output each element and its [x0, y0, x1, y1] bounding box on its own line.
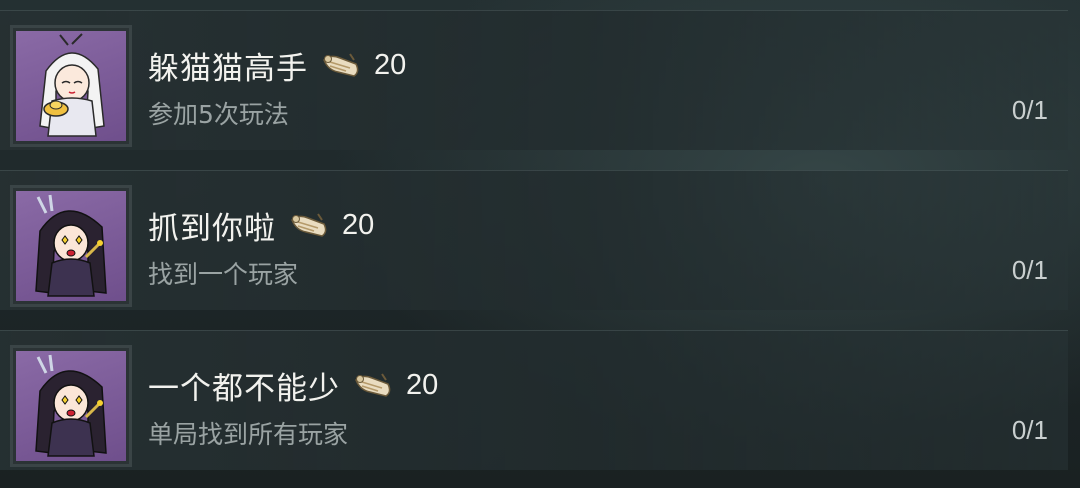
- dark-haired-character-avatar: [16, 351, 126, 461]
- scroll-icon: [320, 50, 362, 80]
- achievement-avatar-frame: [10, 25, 132, 147]
- achievement-avatar-frame: [10, 345, 132, 467]
- achievement-avatar-frame: [10, 185, 132, 307]
- reward-value: 20: [342, 208, 375, 241]
- achievement-description: 参加5次玩法: [148, 100, 289, 129]
- reward-value: 20: [374, 48, 407, 81]
- reward-value: 20: [406, 368, 439, 401]
- achievement-progress: 0/1: [1011, 95, 1048, 125]
- scroll-icon: [288, 210, 330, 240]
- achievement-title: 躲猫猫高手: [148, 50, 308, 87]
- achievement-row[interactable]: 一个都不能少 20 单局找到所有玩家 0/1: [0, 330, 1068, 470]
- achievement-description: 单局找到所有玩家: [148, 420, 349, 449]
- achievement-title: 一个都不能少: [148, 370, 340, 407]
- achievement-progress: 0/1: [1011, 255, 1048, 285]
- achievement-progress: 0/1: [1011, 415, 1048, 445]
- dark-haired-character-avatar: [16, 191, 126, 301]
- achievement-row[interactable]: 躲猫猫高手 20 参加5次玩法 0/1: [0, 10, 1068, 150]
- achievement-row[interactable]: 抓到你啦 20 找到一个玩家 0/1: [0, 170, 1068, 310]
- scroll-icon: [352, 370, 394, 400]
- achievement-description: 找到一个玩家: [148, 260, 299, 289]
- achievement-title: 抓到你啦: [148, 210, 276, 247]
- achievement-list: 躲猫猫高手 20 参加5次玩法 0/1 抓到你啦 20 找到一个玩家 0/1 一…: [0, 0, 1080, 488]
- white-haired-character-avatar: [16, 31, 126, 141]
